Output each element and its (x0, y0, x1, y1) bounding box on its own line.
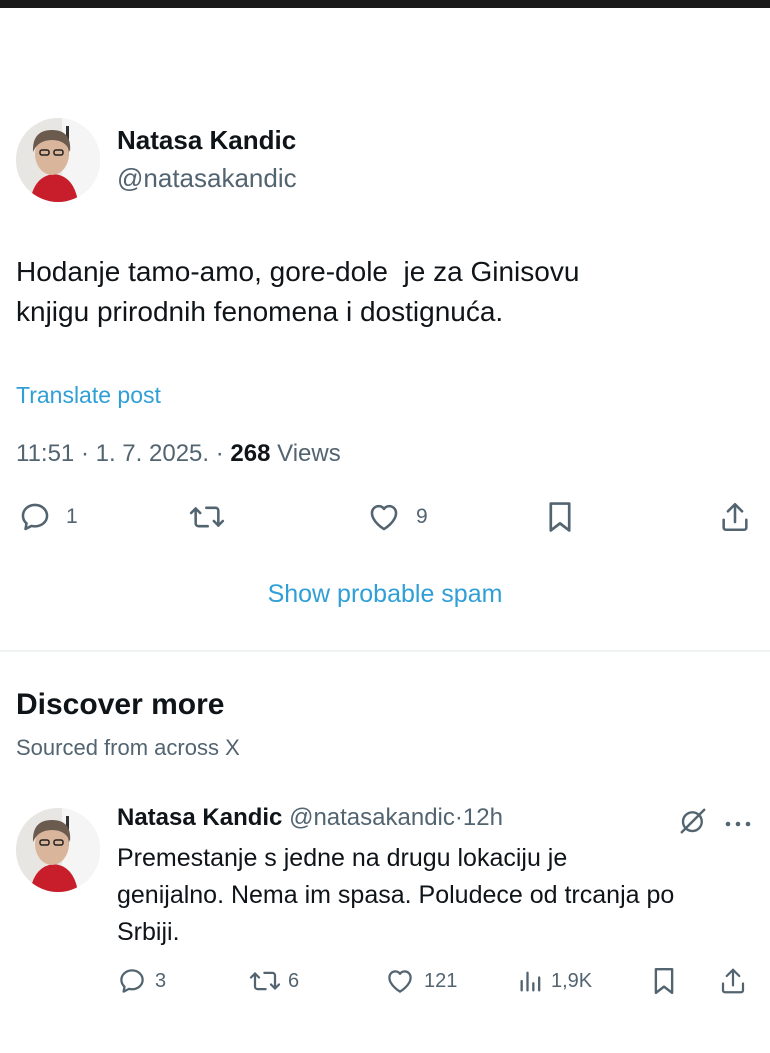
discover-more-heading: Discover more (16, 688, 225, 721)
post-text: Hodanje tamo-amo, gore-dole je za Giniso… (16, 252, 736, 332)
share-button[interactable] (718, 966, 748, 996)
post-text-line: Hodanje tamo-amo, gore-dole je za Giniso… (16, 256, 580, 287)
meta-separator: · (215, 440, 224, 467)
more-options-button[interactable] (723, 816, 753, 834)
views-button[interactable]: 1,9K (517, 966, 592, 996)
avatar-image (16, 118, 100, 202)
grok-icon (680, 808, 706, 834)
discover-more-subtitle: Sourced from across X (16, 735, 240, 760)
grok-button[interactable] (678, 806, 708, 841)
reply-count: 1 (66, 505, 78, 528)
author-name[interactable]: Natasa Kandic (117, 804, 282, 831)
like-button[interactable]: 121 (384, 966, 457, 996)
avatar-image (16, 808, 100, 892)
reply-post-header: Natasa Kandic @natasakandic·12h (117, 804, 503, 832)
repost-button[interactable]: 6 (248, 966, 299, 996)
like-icon (370, 504, 398, 531)
like-button[interactable]: 9 (366, 500, 428, 534)
like-icon (388, 970, 412, 993)
repost-icon (249, 971, 281, 991)
author-handle[interactable]: @natasakandic (117, 163, 297, 194)
meta-separator: · (80, 440, 89, 467)
top-status-strip (0, 0, 770, 8)
author-handle[interactable]: @natasakandic (289, 804, 455, 831)
post-time[interactable]: 11:51 (16, 440, 74, 467)
share-icon (722, 502, 748, 532)
views-count: 268 (230, 440, 271, 467)
share-button[interactable] (718, 500, 752, 534)
post-text-line: knjigu prirodnih fenomena i dostignuća. (16, 296, 504, 327)
repost-button[interactable] (188, 500, 240, 534)
analytics-icon (520, 971, 541, 992)
avatar[interactable] (16, 118, 100, 202)
reply-count: 3 (155, 969, 167, 992)
bookmark-icon (654, 967, 674, 995)
post-date[interactable]: 1. 7. 2025. (96, 440, 209, 467)
more-icon (725, 821, 751, 827)
avatar[interactable] (16, 808, 100, 892)
post-text-line: Srbiji. (117, 918, 180, 946)
reply-post-text: Premestanje s jedne na drugu lokaciju je… (117, 840, 757, 951)
author-name[interactable]: Natasa Kandic (117, 125, 296, 156)
translate-post-link[interactable]: Translate post (16, 382, 161, 409)
views-label: Views (277, 440, 341, 467)
repost-count: 6 (288, 969, 300, 992)
like-count: 9 (416, 505, 428, 528)
reply-button[interactable]: 1 (18, 500, 78, 534)
reply-button[interactable]: 3 (117, 966, 166, 996)
bookmark-button[interactable] (650, 966, 678, 996)
repost-icon (189, 506, 225, 528)
reply-icon (21, 503, 49, 531)
reply-icon (120, 969, 144, 993)
meta-separator: · (454, 804, 463, 831)
like-count: 121 (424, 969, 458, 992)
post-meta: 11:51 · 1. 7. 2025. · 268 Views (16, 440, 341, 468)
post-text-line: Premestanje s jedne na drugu lokaciju je (117, 844, 568, 872)
views-count: 1,9K (551, 969, 593, 992)
post-text-line: genijalno. Nema im spasa. Poludece od tr… (117, 881, 675, 909)
show-probable-spam-link[interactable]: Show probable spam (0, 580, 770, 609)
bookmark-button[interactable] (545, 500, 575, 534)
bookmark-icon (549, 502, 571, 532)
section-divider (0, 650, 770, 652)
post-time[interactable]: 12h (463, 804, 503, 831)
share-icon (721, 968, 745, 994)
